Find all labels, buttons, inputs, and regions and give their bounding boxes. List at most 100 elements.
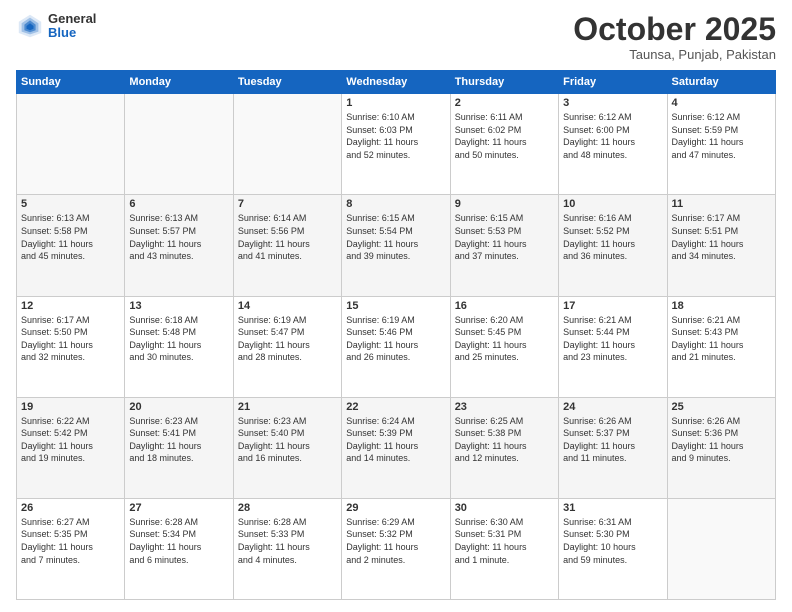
day-number: 29 xyxy=(346,502,445,514)
day-info: Sunrise: 6:28 AMSunset: 5:33 PMDaylight:… xyxy=(238,516,337,566)
day-info: Sunrise: 6:27 AMSunset: 5:35 PMDaylight:… xyxy=(21,516,120,566)
day-cell: 24Sunrise: 6:26 AMSunset: 5:37 PMDayligh… xyxy=(559,397,667,498)
day-info: Sunrise: 6:15 AMSunset: 5:54 PMDaylight:… xyxy=(346,212,445,262)
title-area: October 2025 Taunsa, Punjab, Pakistan xyxy=(573,12,776,62)
week-row-3: 19 Sunrise: 6:22 AMSunset: 5:42 PMDayligh… xyxy=(17,397,776,498)
logo-text: General Blue xyxy=(48,12,96,41)
day-cell: 14 Sunrise: 6:19 AMSunset: 5:47 PMDayligh… xyxy=(233,296,341,397)
day-cell: 3 Sunrise: 6:12 AMSunset: 6:00 PMDaylight… xyxy=(559,94,667,195)
day-info: Sunrise: 6:30 AMSunset: 5:31 PMDaylight:… xyxy=(455,516,554,566)
calendar-header: SundayMondayTuesdayWednesdayThursdayFrid… xyxy=(17,71,776,94)
day-cell: 28 Sunrise: 6:28 AMSunset: 5:33 PMDayligh… xyxy=(233,498,341,599)
day-info: Sunrise: 6:22 AMSunset: 5:42 PMDaylight:… xyxy=(21,415,120,465)
day-number: 10 xyxy=(563,198,662,210)
day-cell: 2Sunrise: 6:11 AMSunset: 6:02 PMDaylight… xyxy=(450,94,558,195)
day-info: Sunrise: 6:29 AMSunset: 5:32 PMDaylight:… xyxy=(346,516,445,566)
day-info: Sunrise: 6:16 AMSunset: 5:52 PMDaylight:… xyxy=(563,212,662,262)
day-info: Sunrise: 6:25 AMSunset: 5:38 PMDaylight:… xyxy=(455,415,554,465)
day-number: 28 xyxy=(238,502,337,514)
calendar-body: 1Sunrise: 6:10 AMSunset: 6:03 PMDaylight… xyxy=(17,94,776,600)
logo-blue: Blue xyxy=(48,26,96,40)
weekday-row: SundayMondayTuesdayWednesdayThursdayFrid… xyxy=(17,71,776,94)
day-number: 17 xyxy=(563,300,662,312)
day-cell xyxy=(667,498,775,599)
day-cell: 9Sunrise: 6:15 AMSunset: 5:53 PMDaylight… xyxy=(450,195,558,296)
day-number: 14 xyxy=(238,300,337,312)
weekday-thursday: Thursday xyxy=(450,71,558,94)
day-number: 15 xyxy=(346,300,445,312)
day-number: 16 xyxy=(455,300,554,312)
day-cell: 6 Sunrise: 6:13 AMSunset: 5:57 PMDaylight… xyxy=(125,195,233,296)
week-row-2: 12 Sunrise: 6:17 AMSunset: 5:50 PMDayligh… xyxy=(17,296,776,397)
day-cell: 7Sunrise: 6:14 AMSunset: 5:56 PMDaylight… xyxy=(233,195,341,296)
day-info: Sunrise: 6:26 AMSunset: 5:36 PMDaylight:… xyxy=(672,415,771,465)
day-info: Sunrise: 6:13 AMSunset: 5:58 PMDaylight:… xyxy=(21,212,120,262)
day-number: 27 xyxy=(129,502,228,514)
day-number: 18 xyxy=(672,300,771,312)
day-cell: 21 Sunrise: 6:23 AMSunset: 5:40 PMDayligh… xyxy=(233,397,341,498)
day-cell: 29 Sunrise: 6:29 AMSunset: 5:32 PMDayligh… xyxy=(342,498,450,599)
day-info: Sunrise: 6:15 AMSunset: 5:53 PMDaylight:… xyxy=(455,212,554,262)
day-cell: 8 Sunrise: 6:15 AMSunset: 5:54 PMDaylight… xyxy=(342,195,450,296)
day-info: Sunrise: 6:23 AMSunset: 5:40 PMDaylight:… xyxy=(238,415,337,465)
month-title: October 2025 xyxy=(573,12,776,47)
day-cell: 1Sunrise: 6:10 AMSunset: 6:03 PMDaylight… xyxy=(342,94,450,195)
day-cell: 30 Sunrise: 6:30 AMSunset: 5:31 PMDayligh… xyxy=(450,498,558,599)
day-cell xyxy=(125,94,233,195)
day-cell: 4 Sunrise: 6:12 AMSunset: 5:59 PMDaylight… xyxy=(667,94,775,195)
day-cell: 25 Sunrise: 6:26 AMSunset: 5:36 PMDayligh… xyxy=(667,397,775,498)
day-cell: 12 Sunrise: 6:17 AMSunset: 5:50 PMDayligh… xyxy=(17,296,125,397)
day-number: 21 xyxy=(238,401,337,413)
day-info: Sunrise: 6:12 AMSunset: 6:00 PMDaylight:… xyxy=(563,111,662,161)
day-info: Sunrise: 6:18 AMSunset: 5:48 PMDaylight:… xyxy=(129,314,228,364)
day-number: 20 xyxy=(129,401,228,413)
day-cell xyxy=(17,94,125,195)
day-number: 12 xyxy=(21,300,120,312)
week-row-1: 5 Sunrise: 6:13 AMSunset: 5:58 PMDaylight… xyxy=(17,195,776,296)
day-cell: 22 Sunrise: 6:24 AMSunset: 5:39 PMDayligh… xyxy=(342,397,450,498)
day-info: Sunrise: 6:20 AMSunset: 5:45 PMDaylight:… xyxy=(455,314,554,364)
day-number: 25 xyxy=(672,401,771,413)
day-info: Sunrise: 6:11 AMSunset: 6:02 PMDaylight:… xyxy=(455,111,554,161)
day-cell: 20Sunrise: 6:23 AMSunset: 5:41 PMDayligh… xyxy=(125,397,233,498)
day-number: 4 xyxy=(672,97,771,109)
weekday-wednesday: Wednesday xyxy=(342,71,450,94)
day-number: 8 xyxy=(346,198,445,210)
day-number: 23 xyxy=(455,401,554,413)
day-info: Sunrise: 6:13 AMSunset: 5:57 PMDaylight:… xyxy=(129,212,228,262)
day-info: Sunrise: 6:28 AMSunset: 5:34 PMDaylight:… xyxy=(129,516,228,566)
day-number: 3 xyxy=(563,97,662,109)
day-info: Sunrise: 6:31 AMSunset: 5:30 PMDaylight:… xyxy=(563,516,662,566)
day-number: 13 xyxy=(129,300,228,312)
day-number: 6 xyxy=(129,198,228,210)
day-cell: 16 Sunrise: 6:20 AMSunset: 5:45 PMDayligh… xyxy=(450,296,558,397)
day-number: 19 xyxy=(21,401,120,413)
calendar: SundayMondayTuesdayWednesdayThursdayFrid… xyxy=(16,70,776,600)
logo-icon xyxy=(16,12,44,40)
weekday-friday: Friday xyxy=(559,71,667,94)
day-cell: 26Sunrise: 6:27 AMSunset: 5:35 PMDayligh… xyxy=(17,498,125,599)
page: General Blue October 2025 Taunsa, Punjab… xyxy=(0,0,792,612)
day-info: Sunrise: 6:17 AMSunset: 5:50 PMDaylight:… xyxy=(21,314,120,364)
day-cell: 23 Sunrise: 6:25 AMSunset: 5:38 PMDayligh… xyxy=(450,397,558,498)
day-info: Sunrise: 6:21 AMSunset: 5:43 PMDaylight:… xyxy=(672,314,771,364)
day-cell xyxy=(233,94,341,195)
week-row-0: 1Sunrise: 6:10 AMSunset: 6:03 PMDaylight… xyxy=(17,94,776,195)
day-number: 30 xyxy=(455,502,554,514)
day-info: Sunrise: 6:12 AMSunset: 5:59 PMDaylight:… xyxy=(672,111,771,161)
day-cell: 18 Sunrise: 6:21 AMSunset: 5:43 PMDayligh… xyxy=(667,296,775,397)
day-info: Sunrise: 6:19 AMSunset: 5:47 PMDaylight:… xyxy=(238,314,337,364)
location: Taunsa, Punjab, Pakistan xyxy=(573,47,776,62)
day-info: Sunrise: 6:19 AMSunset: 5:46 PMDaylight:… xyxy=(346,314,445,364)
day-cell: 19 Sunrise: 6:22 AMSunset: 5:42 PMDayligh… xyxy=(17,397,125,498)
day-cell: 15 Sunrise: 6:19 AMSunset: 5:46 PMDayligh… xyxy=(342,296,450,397)
day-info: Sunrise: 6:21 AMSunset: 5:44 PMDaylight:… xyxy=(563,314,662,364)
header: General Blue October 2025 Taunsa, Punjab… xyxy=(16,12,776,62)
day-number: 5 xyxy=(21,198,120,210)
weekday-tuesday: Tuesday xyxy=(233,71,341,94)
day-number: 22 xyxy=(346,401,445,413)
logo-general: General xyxy=(48,12,96,26)
day-info: Sunrise: 6:24 AMSunset: 5:39 PMDaylight:… xyxy=(346,415,445,465)
day-info: Sunrise: 6:10 AMSunset: 6:03 PMDaylight:… xyxy=(346,111,445,161)
day-cell: 17 Sunrise: 6:21 AMSunset: 5:44 PMDayligh… xyxy=(559,296,667,397)
